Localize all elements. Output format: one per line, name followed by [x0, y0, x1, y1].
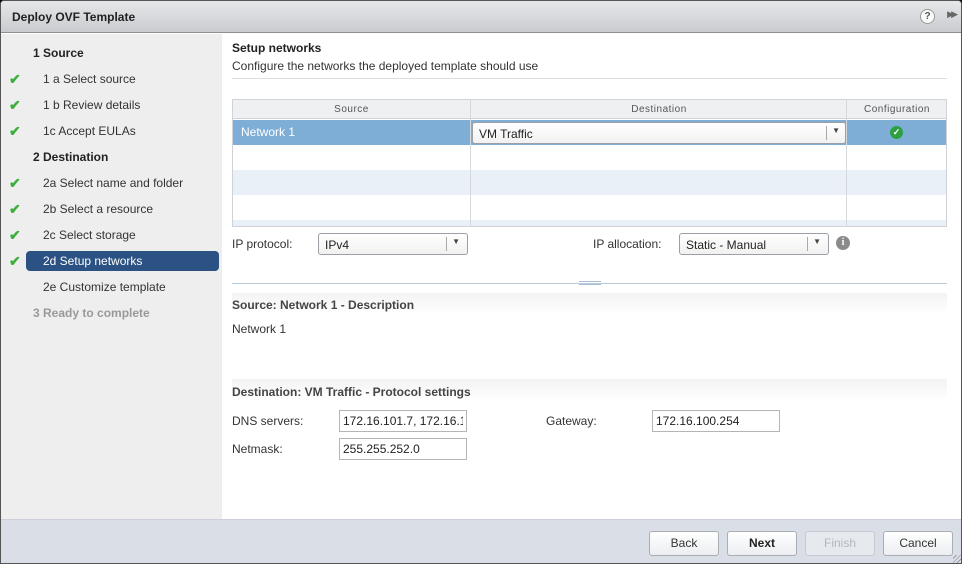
step-customize-template[interactable]: 2e Customize template [1, 277, 222, 297]
table-row[interactable]: Network 1 VM Traffic ▼ ✓ [233, 120, 946, 145]
column-divider [846, 100, 847, 226]
table-row-empty [233, 195, 946, 220]
dropdown-separator [807, 237, 808, 251]
destination-value: VM Traffic [479, 127, 533, 141]
gateway-label: Gateway: [546, 414, 597, 428]
dropdown-separator [826, 126, 827, 140]
column-header-source[interactable]: Source [233, 104, 470, 115]
step-label: 2d Setup networks [43, 254, 143, 268]
step-label: 2a Select name and folder [43, 176, 184, 190]
step-setup-networks[interactable]: ✔ 2d Setup networks [1, 251, 222, 271]
back-button[interactable]: Back [649, 531, 719, 556]
ip-protocol-select[interactable]: IPv4 ▼ [318, 233, 468, 255]
splitter-grip-handle[interactable] [579, 281, 601, 285]
step-label: 2b Select a resource [43, 202, 154, 216]
chevron-down-icon[interactable]: ▼ [813, 237, 821, 246]
page-subtitle: Configure the networks the deployed temp… [232, 59, 539, 73]
step-label: 1c Accept EULAs [43, 124, 136, 138]
step-label: 2 Destination [33, 150, 109, 164]
step-select-source[interactable]: ✔ 1 a Select source [1, 69, 222, 89]
destination-dropdown[interactable]: VM Traffic ▼ [472, 122, 846, 144]
check-icon: ✔ [9, 201, 21, 217]
cancel-button[interactable]: Cancel [883, 531, 953, 556]
ip-allocation-select[interactable]: Static - Manual ▼ [679, 233, 829, 255]
step-destination[interactable]: 2 Destination [1, 147, 222, 167]
netmask-input[interactable] [339, 438, 467, 460]
expand-icon[interactable]: ▶▶ [947, 9, 958, 20]
page-title: Setup networks [232, 41, 322, 55]
check-icon: ✔ [9, 253, 21, 269]
source-section-title: Source: Network 1 - Description [232, 298, 415, 312]
column-header-destination[interactable]: Destination [471, 104, 847, 115]
step-label: 3 Ready to complete [33, 306, 150, 320]
step-review-details[interactable]: ✔ 1 b Review details [1, 95, 222, 115]
check-icon: ✔ [9, 175, 21, 191]
dialog-title: Deploy OVF Template [12, 10, 136, 24]
step-label: 2e Customize template [43, 280, 166, 294]
check-icon: ✔ [9, 123, 21, 139]
table-row-empty [233, 170, 946, 195]
step-select-storage[interactable]: ✔ 2c Select storage [1, 225, 222, 245]
ip-protocol-label: IP protocol: [232, 237, 293, 251]
check-icon: ✔ [9, 97, 21, 113]
step-ready-to-complete: 3 Ready to complete [1, 303, 222, 323]
dns-servers-input[interactable] [339, 410, 467, 432]
step-label: 1 b Review details [43, 98, 141, 112]
config-ok-icon: ✓ [890, 126, 903, 139]
dropdown-separator [446, 237, 447, 251]
check-icon: ✔ [9, 71, 21, 87]
main-content: Setup networks Configure the networks th… [222, 34, 961, 519]
destination-section-title: Destination: VM Traffic - Protocol setti… [232, 385, 471, 399]
title-bar: Deploy OVF Template ? ▶▶ [1, 1, 961, 33]
step-label: 2c Select storage [43, 228, 136, 242]
help-icon[interactable]: ? [920, 9, 935, 24]
source-cell: Network 1 [241, 125, 296, 139]
deploy-ovf-dialog: Deploy OVF Template ? ▶▶ 1 Source ✔ 1 a … [0, 0, 962, 564]
wizard-steps-sidebar: 1 Source ✔ 1 a Select source ✔ 1 b Revie… [1, 34, 222, 519]
ip-allocation-label: IP allocation: [593, 237, 662, 251]
ip-allocation-value: Static - Manual [686, 238, 767, 252]
ip-protocol-value: IPv4 [325, 238, 350, 252]
wizard-footer: Back Next Finish Cancel [1, 519, 961, 563]
netmask-label: Netmask: [232, 442, 283, 456]
divider [232, 78, 947, 79]
step-label: 1 a Select source [43, 72, 136, 86]
next-button[interactable]: Next [727, 531, 797, 556]
table-row-empty [233, 145, 946, 170]
column-divider [470, 100, 471, 226]
source-description: Network 1 [232, 322, 287, 336]
chevron-down-icon[interactable]: ▼ [832, 126, 840, 135]
step-label: 1 Source [33, 46, 84, 60]
check-icon: ✔ [9, 227, 21, 243]
step-select-resource[interactable]: ✔ 2b Select a resource [1, 199, 222, 219]
step-accept-eulas[interactable]: ✔ 1c Accept EULAs [1, 121, 222, 141]
info-icon[interactable]: i [836, 236, 850, 250]
chevron-down-icon[interactable]: ▼ [452, 237, 460, 246]
table-header: Source Destination Configuration [233, 100, 946, 119]
finish-button: Finish [805, 531, 875, 556]
step-select-name-folder[interactable]: ✔ 2a Select name and folder [1, 173, 222, 193]
gateway-input[interactable] [652, 410, 780, 432]
step-source[interactable]: 1 Source [1, 43, 222, 63]
network-mapping-table: Source Destination Configuration Network… [232, 99, 947, 227]
resize-grip-handle[interactable] [953, 555, 961, 563]
dns-servers-label: DNS servers: [232, 414, 304, 428]
column-header-configuration[interactable]: Configuration [847, 104, 946, 115]
table-row-empty [233, 220, 946, 226]
